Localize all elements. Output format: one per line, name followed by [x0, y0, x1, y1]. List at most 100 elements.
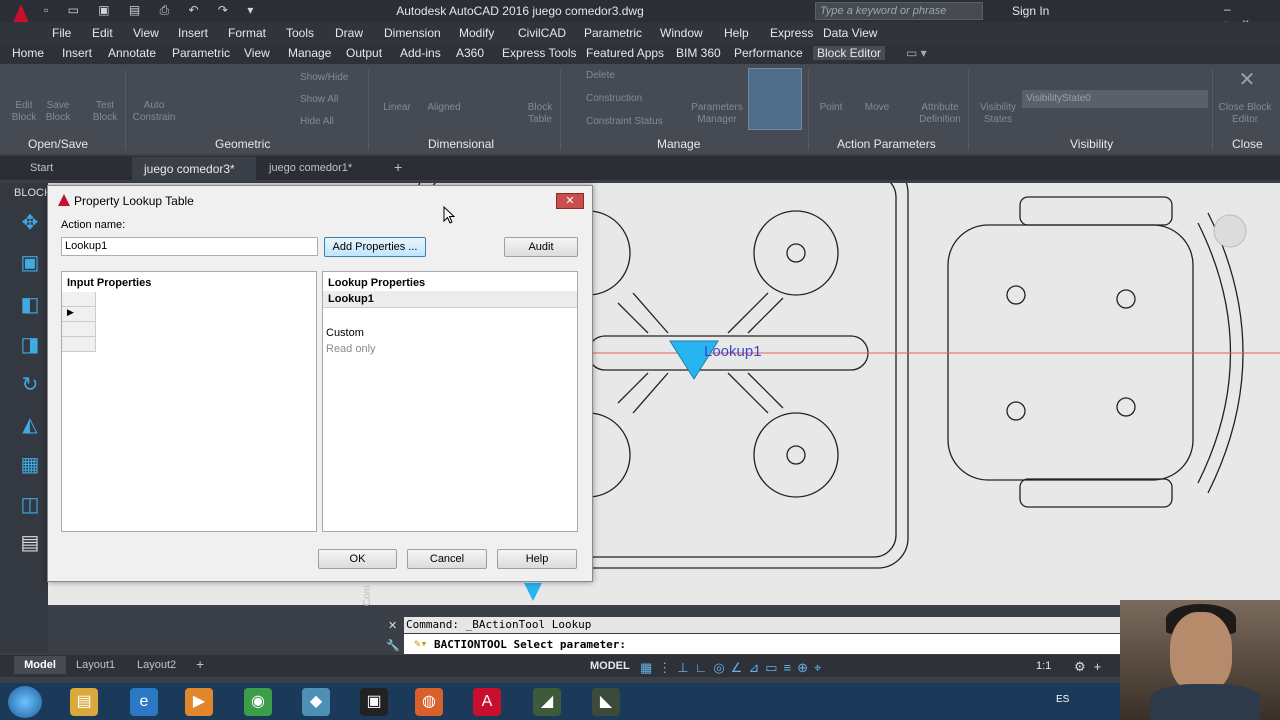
show-all-button[interactable]: Show All	[300, 94, 366, 106]
quick-access-toolbar[interactable]: ▫ ▭ ▣ ▤ ⎙ ↶ ↷ ▾	[44, 3, 261, 18]
add-layout-plus-icon[interactable]: +	[196, 656, 204, 672]
video-editor-icon[interactable]: ▣	[360, 688, 388, 716]
constraint-status-button[interactable]: Constraint Status	[586, 116, 686, 128]
wrench-icon[interactable]: 🔧	[386, 639, 400, 652]
aligned-button[interactable]: Aligned	[422, 102, 466, 114]
audit-button[interactable]: Audit	[504, 237, 578, 257]
file-tab-start[interactable]: Start	[30, 162, 53, 174]
menu-tools[interactable]: Tools	[286, 26, 314, 40]
input-properties-grid[interactable]	[61, 271, 317, 532]
tab-performance[interactable]: Performance	[734, 46, 803, 60]
tab-add-ins[interactable]: Add-ins	[400, 46, 441, 60]
file-explorer-icon[interactable]: ▤	[70, 688, 98, 716]
table-icon[interactable]: ▤	[17, 530, 43, 556]
point-button[interactable]: Point	[816, 102, 846, 114]
grid-row-header[interactable]	[62, 322, 96, 337]
sign-in-link[interactable]: Sign In	[1012, 4, 1049, 18]
autocad-app-icon[interactable]: ◣	[592, 688, 620, 716]
lookup-properties-grid[interactable]	[322, 271, 578, 532]
tab-a360[interactable]: A360	[456, 46, 484, 60]
attribute-definition-button[interactable]: Attribute Definition	[912, 102, 968, 126]
menu-format[interactable]: Format	[228, 26, 266, 40]
rotate-icon[interactable]: ↻	[17, 372, 43, 398]
chrome-icon[interactable]: ◉	[244, 688, 272, 716]
menu-view[interactable]: View	[133, 26, 159, 40]
tab-home[interactable]: Home	[12, 46, 44, 60]
file-tab-juego-comedor1[interactable]: juego comedor1*	[269, 162, 352, 174]
polar-stretch-icon[interactable]: ◨	[17, 332, 43, 358]
layout-tab-model[interactable]: Model	[14, 656, 66, 674]
dialog-close-button[interactable]: ✕	[556, 193, 584, 209]
media-player-icon[interactable]: ▶	[185, 688, 213, 716]
ok-button[interactable]: OK	[318, 549, 397, 569]
test-block-button[interactable]: Test Block	[90, 100, 120, 124]
layout-tab-layout2[interactable]: Layout2	[137, 659, 176, 671]
command-window-handle[interactable]: Com	[362, 585, 373, 606]
hide-all-button[interactable]: Hide All	[300, 116, 366, 128]
tab-output[interactable]: Output	[346, 46, 382, 60]
help-button[interactable]: Help	[497, 549, 577, 569]
show-hide-button[interactable]: Show/Hide	[300, 72, 366, 84]
move-arrows-icon[interactable]: ✥	[17, 210, 43, 236]
cancel-button[interactable]: Cancel	[407, 549, 487, 569]
linear-button[interactable]: Linear	[380, 102, 414, 114]
action-name-input[interactable]: Lookup1	[61, 237, 318, 256]
windows-start-icon[interactable]	[8, 686, 42, 718]
app-icon[interactable]: ◆	[302, 688, 330, 716]
tab-annotate[interactable]: Annotate	[108, 46, 156, 60]
annotation-scale[interactable]: 1:1	[1036, 660, 1051, 672]
grid-row-header[interactable]	[62, 292, 96, 307]
command-input[interactable]: ✎▾ BACTIONTOOL Select parameter:	[404, 634, 1124, 654]
menu-edit[interactable]: Edit	[92, 26, 113, 40]
parameters-manager-button[interactable]: Parameters Manager	[690, 102, 744, 126]
tab-bim-360[interactable]: BIM 360	[676, 46, 721, 60]
model-space-toggle[interactable]: MODEL	[590, 660, 630, 672]
file-tab-juego-comedor3[interactable]: juego comedor3*	[132, 157, 256, 180]
open-save-panel-label[interactable]: Open/Save	[28, 137, 88, 151]
grid-row-header[interactable]	[62, 337, 96, 352]
current-row-arrow-icon[interactable]: ▶	[62, 307, 96, 322]
menu-draw[interactable]: Draw	[335, 26, 363, 40]
construction-button[interactable]: Construction	[586, 93, 676, 105]
tab-featured-apps[interactable]: Featured Apps	[586, 46, 664, 60]
action-parameters-panel-label[interactable]: Action Parameters	[837, 137, 936, 151]
tab-manage[interactable]: Manage	[288, 46, 331, 60]
new-tab-plus-icon[interactable]: +	[394, 159, 402, 175]
delete-button[interactable]: Delete	[586, 70, 676, 82]
ribbon-options-icon[interactable]: ▭ ▾	[906, 46, 927, 60]
close-icon[interactable]: ✕	[1232, 70, 1262, 90]
tab-block-editor[interactable]: Block Editor	[813, 46, 886, 60]
tab-view[interactable]: View	[244, 46, 270, 60]
menu-express[interactable]: Express	[770, 26, 813, 40]
tab-express-tools[interactable]: Express Tools	[502, 46, 576, 60]
edit-block-button[interactable]: Edit Block	[10, 100, 38, 124]
lookup-column-header[interactable]: Lookup1	[323, 291, 577, 308]
authoring-palettes-button[interactable]	[748, 68, 802, 130]
lookup-value-read-only[interactable]: Read only	[326, 343, 376, 355]
add-properties-button[interactable]: Add Properties ...	[324, 237, 426, 257]
visibility-state-select[interactable]: VisibilityState0	[1022, 90, 1208, 108]
lookup-value-custom[interactable]: Custom	[326, 327, 364, 339]
menu-civilcad[interactable]: CivilCAD	[518, 26, 566, 40]
lookup-icon[interactable]: ◫	[17, 492, 43, 518]
menu-help[interactable]: Help	[724, 26, 749, 40]
block-tool-icon[interactable]: ▣	[17, 250, 43, 276]
language-indicator[interactable]: ES	[1056, 694, 1069, 705]
menu-window[interactable]: Window	[660, 26, 703, 40]
tab-insert[interactable]: Insert	[62, 46, 92, 60]
internet-explorer-icon[interactable]: e	[130, 688, 158, 716]
help-search-input[interactable]: Type a keyword or phrase	[815, 2, 983, 20]
menu-dimension[interactable]: Dimension	[384, 26, 441, 40]
block-table-button[interactable]: Block Table	[524, 102, 556, 126]
autocad-taskbar-icon[interactable]: A	[473, 688, 501, 716]
visibility-states-button[interactable]: Visibility States	[976, 102, 1020, 126]
firefox-icon[interactable]: ◍	[415, 688, 443, 716]
civilcad-icon[interactable]: ◢	[533, 688, 561, 716]
menu-data-view[interactable]: Data View	[823, 26, 877, 40]
layout-tab-layout1[interactable]: Layout1	[76, 659, 115, 671]
menu-modify[interactable]: Modify	[459, 26, 494, 40]
lookup-parameter-label[interactable]: Lookup1	[704, 343, 762, 360]
gear-icon[interactable]: ⚙+	[1074, 659, 1109, 675]
command-close-icon[interactable]: ✕	[388, 619, 397, 632]
close-block-editor-button[interactable]: Close Block Editor	[1214, 102, 1276, 126]
